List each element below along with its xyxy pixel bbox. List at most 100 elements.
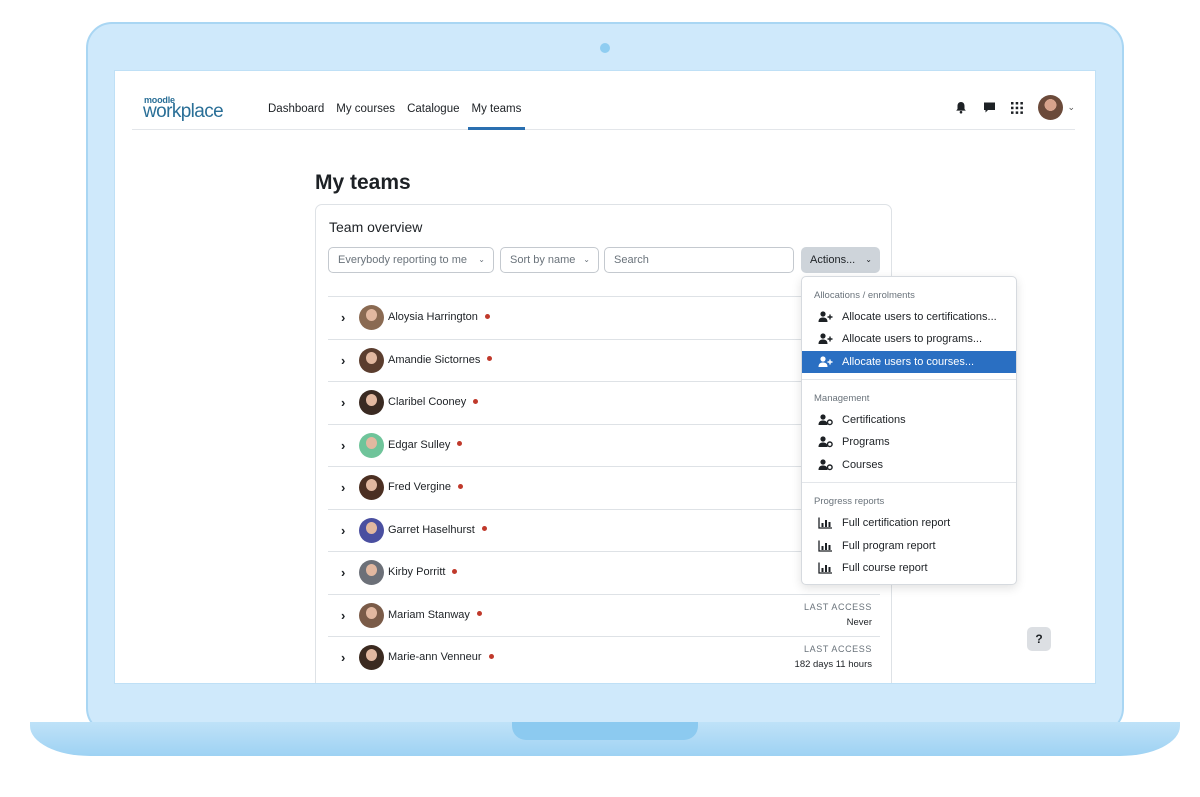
- team-row[interactable]: › Fred Vergine 2: [328, 466, 880, 509]
- status-dot: [457, 441, 463, 447]
- chevron-right-icon[interactable]: ›: [341, 438, 345, 453]
- team-row[interactable]: › Edgar Sulley: [328, 423, 880, 467]
- team-row[interactable]: › Amandie Sictornes: [328, 338, 880, 382]
- nav-my-teams[interactable]: My teams: [466, 71, 528, 130]
- avatar: [359, 390, 384, 415]
- menu-item-label: Allocate users to programs...: [842, 333, 983, 345]
- chevron-right-icon[interactable]: ›: [341, 480, 345, 495]
- status-dot: [473, 398, 479, 404]
- camera-icon: [600, 43, 610, 53]
- last-access-value: 182 days 11 hours: [794, 659, 872, 670]
- menu-item-allocate-courses[interactable]: Allocate users to courses...: [802, 351, 1016, 373]
- chevron-right-icon[interactable]: ›: [341, 565, 345, 580]
- user-avatar[interactable]: [1038, 95, 1064, 120]
- nav-catalogue[interactable]: Catalogue: [401, 71, 465, 130]
- screen: moodle workplace Dashboard My courses Ca…: [114, 70, 1096, 684]
- menu-item-label: Certifications: [842, 414, 906, 426]
- user-plus-icon: [818, 356, 833, 367]
- team-row[interactable]: › Claribel Cooney: [328, 381, 880, 424]
- menu-item-label: Full program report: [842, 540, 936, 552]
- menu-item-label: Programs: [842, 436, 890, 448]
- user-gear-icon: [818, 436, 833, 448]
- menu-item-full-program-report[interactable]: Full program report: [802, 535, 1016, 557]
- menu-item-label: Full course report: [842, 562, 928, 574]
- logo-big-text: workplace: [143, 101, 224, 122]
- menu-item-courses[interactable]: Courses: [802, 454, 1016, 476]
- team-row[interactable]: › Garret Haselhurst: [328, 508, 880, 552]
- help-button[interactable]: ?: [1027, 627, 1051, 651]
- member-name: Kirby Porritt: [388, 566, 458, 578]
- chart-icon: [818, 540, 832, 552]
- chevron-down-icon: ⌄: [478, 255, 485, 264]
- last-access-label: LAST ACCESS: [804, 644, 872, 654]
- grid-icon[interactable]: [1010, 101, 1024, 115]
- status-dot: [484, 313, 490, 319]
- member-name: Claribel Cooney: [388, 396, 479, 408]
- chevron-down-icon: ⌄: [865, 255, 872, 264]
- chevron-down-icon: ⌄: [583, 255, 590, 264]
- menu-item-allocate-programs[interactable]: Allocate users to programs...: [802, 328, 1016, 350]
- avatar: [359, 602, 384, 628]
- menu-item-full-course-report[interactable]: Full course report: [802, 557, 1016, 579]
- actions-dropdown-menu: Allocations / enrolments Allocate users …: [801, 276, 1017, 585]
- avatar: [359, 560, 384, 585]
- actions-button[interactable]: Actions... ⌄: [801, 247, 880, 273]
- search-input[interactable]: [604, 247, 794, 273]
- team-row[interactable]: › Marie-ann Venneur LAST ACCESS 182 days…: [328, 636, 880, 679]
- team-row[interactable]: › Aloysia Harrington 2: [328, 296, 880, 339]
- chevron-right-icon[interactable]: ›: [341, 523, 345, 538]
- nav-icons: ⌄: [954, 95, 1075, 120]
- member-name: Marie-ann Venneur: [388, 651, 494, 663]
- menu-item-label: Allocate users to courses...: [842, 356, 975, 368]
- menu-divider: [802, 379, 1016, 380]
- chat-icon[interactable]: [982, 101, 996, 115]
- menu-item-label: Courses: [842, 459, 883, 471]
- user-plus-icon: [818, 333, 833, 344]
- dropdown-section-header: Management: [814, 393, 870, 404]
- dropdown-section-header: Allocations / enrolments: [814, 290, 915, 301]
- status-dot: [487, 356, 493, 362]
- avatar: [359, 517, 384, 543]
- laptop-notch: [512, 722, 698, 740]
- chevron-right-icon[interactable]: ›: [341, 353, 345, 368]
- chevron-right-icon[interactable]: ›: [341, 650, 345, 665]
- member-name: Garret Haselhurst: [388, 524, 487, 536]
- status-dot: [476, 611, 482, 617]
- menu-item-certifications[interactable]: Certifications: [802, 409, 1016, 431]
- last-access-value: Never: [846, 616, 872, 628]
- status-dot: [481, 526, 487, 532]
- menu-divider: [802, 482, 1016, 483]
- member-name: Amandie Sictornes: [388, 354, 493, 366]
- nav-dashboard[interactable]: Dashboard: [262, 71, 330, 130]
- moodle-workplace-logo[interactable]: moodle workplace: [143, 95, 233, 122]
- menu-item-label: Allocate users to certifications...: [842, 311, 997, 323]
- bell-icon[interactable]: [954, 101, 968, 115]
- member-name: Edgar Sulley: [388, 439, 463, 451]
- chevron-right-icon[interactable]: ›: [341, 395, 345, 410]
- chevron-down-icon[interactable]: ⌄: [1067, 102, 1075, 113]
- chart-icon: [818, 562, 832, 574]
- nav-my-courses[interactable]: My courses: [330, 71, 401, 130]
- member-name: Fred Vergine: [388, 481, 463, 493]
- menu-item-full-certification-report[interactable]: Full certification report: [802, 512, 1016, 534]
- dropdown-section-header: Progress reports: [814, 496, 885, 507]
- page-title: My teams: [315, 171, 411, 194]
- chevron-right-icon[interactable]: ›: [341, 310, 345, 325]
- avatar: [359, 475, 384, 500]
- menu-item-allocate-certifications[interactable]: Allocate users to certifications...: [802, 306, 1016, 328]
- team-list: › Aloysia Harrington 2 › Amandie Sictorn…: [328, 296, 880, 679]
- chevron-right-icon[interactable]: ›: [341, 608, 345, 623]
- status-dot: [452, 568, 458, 574]
- status-dot: [488, 653, 494, 659]
- menu-item-programs[interactable]: Programs: [802, 431, 1016, 453]
- avatar: [359, 645, 384, 670]
- sort-select[interactable]: Sort by name ⌄: [500, 247, 599, 273]
- reporting-filter-select[interactable]: Everybody reporting to me ⌄: [328, 247, 494, 273]
- avatar: [359, 305, 384, 330]
- sort-value: Sort by name: [510, 254, 576, 266]
- member-name: Aloysia Harrington: [388, 311, 490, 323]
- team-row[interactable]: › Mariam Stanway LAST ACCESS Never: [328, 593, 880, 637]
- avatar: [359, 432, 384, 458]
- team-row[interactable]: › Kirby Porritt: [328, 551, 880, 594]
- member-name: Mariam Stanway: [388, 609, 482, 621]
